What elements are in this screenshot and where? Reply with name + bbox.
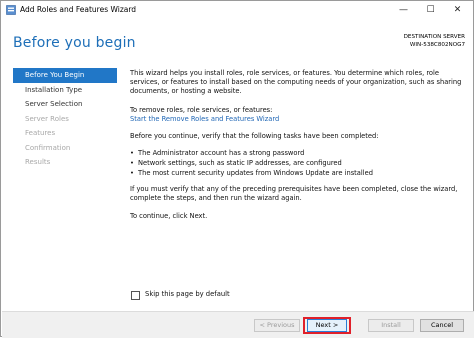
list-item: • The most current security updates from … [130,169,373,179]
destination-server-label: DESTINATION SERVER [403,34,465,40]
nav-item-features: Features [25,129,56,137]
nav-item-installation-type[interactable]: Installation Type [13,83,117,98]
bullet-icon: • [130,168,134,177]
verify-text: If you must verify that any of the prece… [130,185,458,202]
minimize-icon[interactable]: — [390,1,417,19]
prerequisite-text: The Administrator account has a strong p… [138,149,305,157]
close-icon[interactable]: ✕ [444,1,471,19]
previous-button[interactable]: < Previous [254,319,300,332]
nav-item-server-roles: Server Roles [25,114,69,123]
prerequisite-text: Network settings, such as static IP addr… [138,158,342,167]
before-continue-text: Before you continue, verify that the fol… [130,132,379,140]
cancel-button[interactable]: Cancel [420,319,464,332]
bullet-icon: • [130,158,134,167]
list-item: • Network settings, such as static IP add… [130,159,373,169]
prerequisite-list: • The Administrator account has a strong … [130,149,373,178]
next-button-highlight [303,317,351,334]
window-title: Add Roles and Features Wizard [20,5,137,14]
bullet-icon: • [130,149,134,157]
skip-page-label[interactable]: Skip this page by default [145,290,230,298]
server-manager-icon [6,5,16,15]
title-bar[interactable]: Add Roles and Features Wizard — ☐ ✕ [1,1,473,19]
nav-item-confirmation: Confirmation [25,143,71,152]
nav-item-server-selection[interactable]: Server Selection [13,97,117,112]
page-title: Before you begin [13,35,136,51]
continue-text: To continue, click Next. [130,212,208,220]
intro-text: This wizard helps you install roles, rol… [130,69,462,95]
prerequisite-text: The most current security updates from W… [138,168,373,177]
wizard-window: Add Roles and Features Wizard — ☐ ✕ Befo… [0,0,474,338]
destination-server-name: WIN-538C802NOG7 [409,42,465,48]
install-button[interactable]: Install [368,319,414,332]
list-item: • The Administrator account has a strong … [130,149,373,159]
wizard-footer: < Previous Next > Install Cancel [2,311,474,338]
skip-page-checkbox[interactable] [131,291,140,300]
maximize-icon[interactable]: ☐ [417,1,444,19]
remove-wizard-link[interactable]: Start the Remove Roles and Features Wiza… [130,115,279,124]
wizard-nav: Before You Begin Installation Type Serve… [13,68,117,170]
nav-item-before-you-begin[interactable]: Before You Begin [13,68,117,83]
nav-item-results: Results [25,158,51,166]
remove-intro-text: To remove roles, role services, or featu… [130,106,273,114]
